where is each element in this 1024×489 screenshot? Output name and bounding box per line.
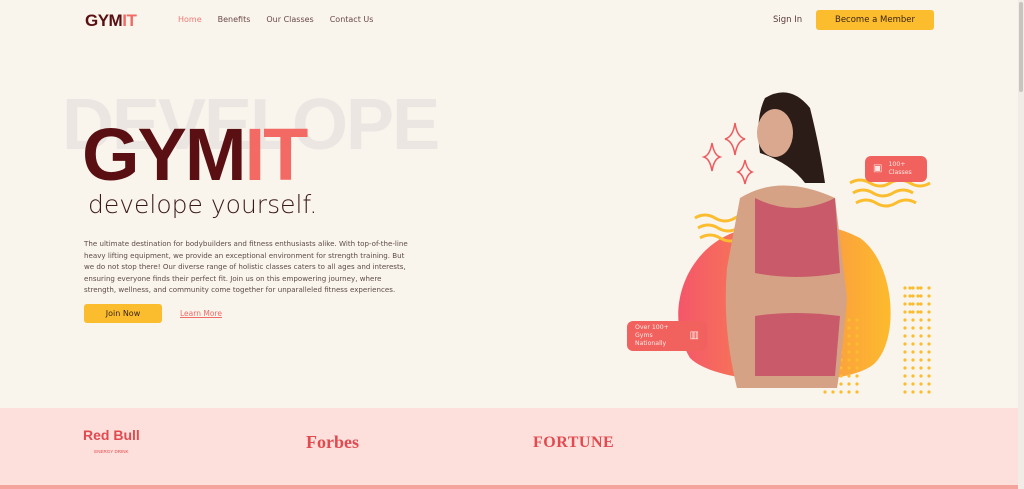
join-now-button[interactable]: Join Now: [84, 304, 162, 323]
scrollbar-thumb[interactable]: [1019, 2, 1023, 92]
hero-title: GYMIT: [82, 113, 308, 196]
top-nav: GYMIT Home Benefits Our Classes Contact …: [0, 0, 1018, 40]
building-icon: ▥: [689, 330, 699, 341]
logo[interactable]: GYMIT: [85, 11, 137, 31]
nav-our-classes[interactable]: Our Classes: [266, 15, 313, 24]
section-divider: [0, 485, 1018, 489]
nav-benefits[interactable]: Benefits: [218, 15, 251, 24]
woman-figure: [725, 92, 847, 388]
sparkle-icon: [701, 122, 755, 185]
gyms-badge: Over 100+ Gyms Nationally ▥: [627, 321, 707, 351]
classes-badge: ▣ 100+ Classes: [865, 156, 927, 182]
redbull-logo: Red Bull ENERGY DRINK: [83, 427, 140, 454]
forbes-logo: Forbes: [306, 432, 359, 452]
nav-contact-us[interactable]: Contact Us: [330, 15, 374, 24]
hero-image: /* dots drawn below */ ▣ 100+Classes Ove…: [620, 88, 940, 403]
hero-subtitle: develope yourself.: [88, 190, 318, 219]
become-member-button[interactable]: Become a Member: [816, 10, 934, 30]
hero-description: The ultimate destination for bodybuilder…: [84, 239, 408, 295]
sign-in-link[interactable]: Sign In: [773, 15, 802, 25]
learn-more-link[interactable]: Learn More: [180, 309, 222, 318]
id-card-icon: ▣: [873, 163, 883, 174]
fortune-logo: FORTUNE: [533, 434, 615, 451]
brand-logos-band: Red Bull ENERGY DRINK Forbes FORTUNE: [0, 408, 1018, 486]
nav-home[interactable]: Home: [178, 15, 202, 24]
scrollbar[interactable]: [1018, 0, 1024, 489]
